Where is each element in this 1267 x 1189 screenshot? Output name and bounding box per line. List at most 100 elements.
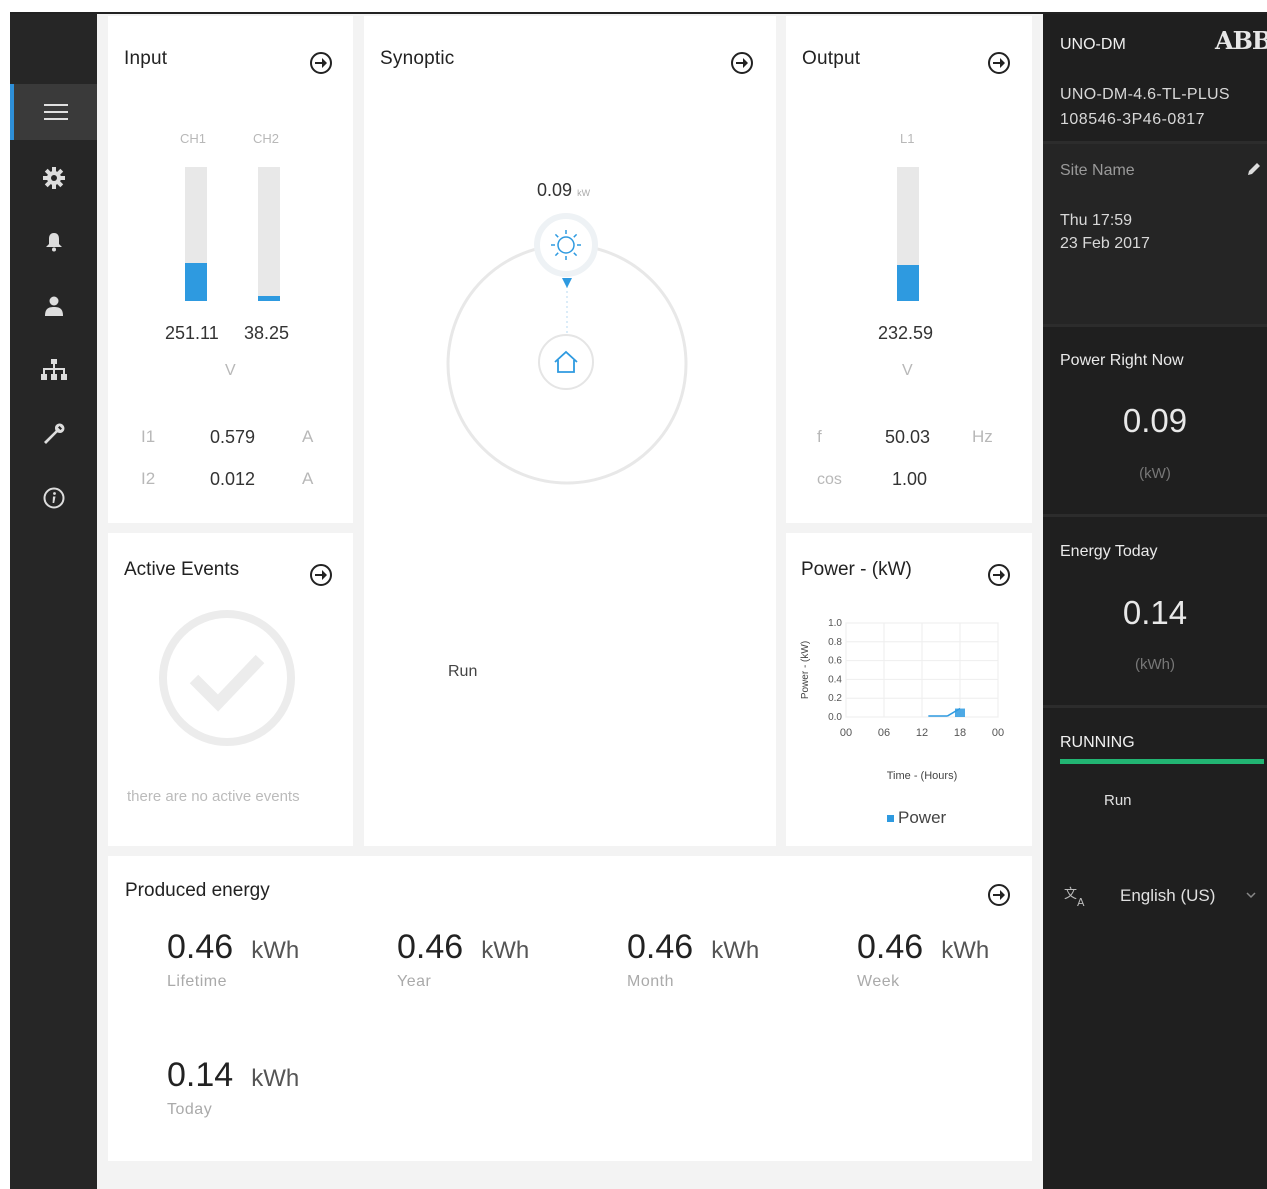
x-tick-label: 12 xyxy=(916,727,928,739)
nav-menu-button[interactable] xyxy=(10,84,97,140)
synoptic-status: Run xyxy=(448,663,478,680)
i2-label: I2 xyxy=(141,469,156,488)
language-selector[interactable]: 文 A English (US) xyxy=(1060,882,1265,912)
arrow-right-circle-icon[interactable] xyxy=(310,564,332,586)
left-navigation xyxy=(10,14,97,1189)
ch2-voltage: 38.25 xyxy=(244,323,290,343)
output-panel: Output L1 232.59 V f 50.03 Hz cos 1.00 xyxy=(786,16,1032,523)
i1-unit: A xyxy=(302,427,314,446)
f-value: 50.03 xyxy=(885,427,931,447)
ch2-bar-fill xyxy=(258,295,280,301)
edit-pencil-icon[interactable] xyxy=(1247,162,1261,176)
y-tick-label: 0.2 xyxy=(828,693,842,704)
i1-value: 0.579 xyxy=(210,427,256,447)
energy-label: Lifetime xyxy=(167,973,228,990)
chevron-down-icon xyxy=(1246,892,1256,899)
panel-title: Power - (kW) xyxy=(801,559,912,580)
energy-unit: kWh xyxy=(251,937,300,964)
x-axis-label: Time - (Hours) xyxy=(887,770,957,782)
energy-today-title: Energy Today xyxy=(1060,543,1158,560)
power-now-value: 0.09 xyxy=(1122,402,1188,439)
f-label: f xyxy=(817,427,822,446)
energy-label: Week xyxy=(857,973,900,990)
energy-unit: kWh xyxy=(711,937,760,964)
energy-unit: kWh xyxy=(481,937,530,964)
power-chart-panel: Power - (kW) 0.0 0.2 0.4 0.6 0.8 1.0 00 06 12 18 0… xyxy=(786,533,1032,846)
legend-swatch xyxy=(887,815,894,823)
check-circle-icon xyxy=(159,610,295,746)
x-tick-label: 06 xyxy=(878,727,890,739)
ch1-bar xyxy=(185,167,207,301)
energy-value: 0.46 xyxy=(167,928,234,966)
divider xyxy=(1043,324,1267,327)
device-model: UNO-DM-4.6-TL-PLUS xyxy=(1060,86,1230,103)
energy-label: Year xyxy=(397,973,432,990)
sun-icon xyxy=(551,230,581,260)
nav-user-button[interactable] xyxy=(10,278,97,334)
energy-week: 0.46 kWh Week xyxy=(857,928,989,991)
status-sub: Run xyxy=(1104,792,1132,809)
nav-network-button[interactable] xyxy=(10,342,97,398)
device-serial: 108546-3P46-0817 xyxy=(1060,111,1206,128)
ch1-bar-fill xyxy=(185,263,207,301)
energy-unit: kWh xyxy=(941,937,990,964)
y-tick-label: 0.4 xyxy=(828,674,842,685)
y-tick-label: 1.0 xyxy=(828,618,842,629)
y-tick-label: 0.6 xyxy=(828,656,842,667)
synoptic-power-number: 0.09 xyxy=(537,180,573,200)
ch2-label: CH2 xyxy=(253,131,280,146)
active-events-panel: Active Events there are no active events xyxy=(108,533,353,846)
synoptic-panel: Synoptic 0.09 kW Run xyxy=(364,16,776,846)
voltage-unit: V xyxy=(225,362,236,379)
nav-settings-button[interactable] xyxy=(10,150,97,206)
nav-tools-button[interactable] xyxy=(10,406,97,462)
legend-label: Power xyxy=(898,808,947,827)
arrow-right-circle-icon[interactable] xyxy=(988,52,1010,74)
cos-value: 1.00 xyxy=(892,469,928,489)
site-section: Site Name Thu 17:59 23 Feb 2017 xyxy=(1043,144,1267,324)
ch2-bar xyxy=(258,167,280,301)
home-node xyxy=(538,334,594,390)
energy-value: 0.46 xyxy=(857,928,924,966)
arrow-right-circle-icon[interactable] xyxy=(310,52,332,74)
svg-text:A: A xyxy=(1077,896,1085,908)
x-tick-label: 00 xyxy=(840,727,852,739)
nav-info-button[interactable] xyxy=(10,470,97,526)
date-time: Thu 17:59 xyxy=(1060,212,1133,229)
arrow-right-circle-icon[interactable] xyxy=(988,884,1010,906)
x-tick-label: 18 xyxy=(954,727,966,739)
input-panel: Input CH1 CH2 251.11 38.25 V I1 0.579 A … xyxy=(108,16,353,523)
info-icon xyxy=(43,487,64,509)
ch1-label: CH1 xyxy=(180,131,207,146)
panel-title: Output xyxy=(802,48,861,69)
user-icon xyxy=(44,296,63,316)
energy-year: 0.46 kWh Year xyxy=(397,928,529,991)
right-sidebar: UNO-DM ABB UNO-DM-4.6-TL-PLUS 108546-3P4… xyxy=(1043,14,1267,1189)
l1-label: L1 xyxy=(900,131,915,146)
panel-title: Active Events xyxy=(124,559,240,580)
energy-today: 0.14 kWh Today xyxy=(167,1056,299,1119)
bell-icon xyxy=(45,233,62,252)
y-axis-label: Power - (kW) xyxy=(800,641,811,699)
arrow-right-circle-icon[interactable] xyxy=(988,564,1010,586)
l1-bar xyxy=(897,167,919,301)
energy-label: Month xyxy=(627,973,674,990)
translate-icon: 文 A xyxy=(1064,887,1085,908)
y-tick-label: 0.8 xyxy=(828,637,842,648)
site-name: Site Name xyxy=(1060,162,1135,179)
arrow-right-circle-icon[interactable] xyxy=(731,52,753,74)
chart-legend: Power xyxy=(887,808,946,828)
energy-today-value: 0.14 xyxy=(1122,594,1188,631)
energy-today-unit: (kWh) xyxy=(1135,656,1175,673)
energy-value: 0.46 xyxy=(627,928,694,966)
produced-energy-panel: Produced energy 0.46 kWh Lifetime 0.46 kWh… xyxy=(108,856,1032,1161)
energy-unit: kWh xyxy=(251,1065,300,1092)
power-now-unit: (kW) xyxy=(1139,465,1171,482)
sun-node xyxy=(534,213,598,277)
ch1-voltage: 251.11 xyxy=(165,323,219,343)
nav-notifications-button[interactable] xyxy=(10,214,97,270)
status-title: RUNNING xyxy=(1060,734,1135,751)
i2-unit: A xyxy=(302,469,314,488)
network-icon xyxy=(40,359,67,380)
date: 23 Feb 2017 xyxy=(1060,235,1150,252)
